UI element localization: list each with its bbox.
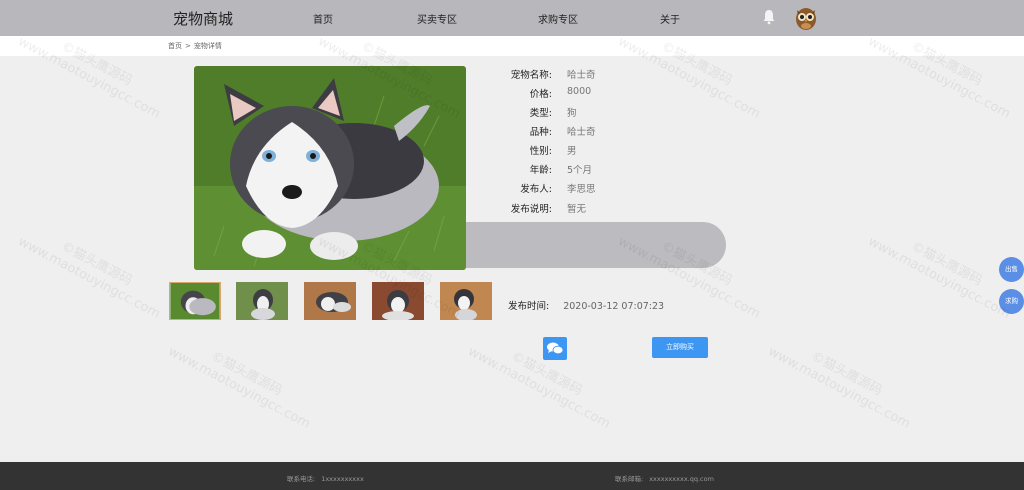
nav-trade-zone[interactable]: 买卖专区 <box>417 11 457 26</box>
description-box <box>466 222 726 268</box>
footer-email-label: 联系邮箱: <box>615 475 644 483</box>
info-label: 宠物名称: <box>510 70 552 81</box>
footer-phone-value: 1xxxxxxxxxx <box>321 475 364 483</box>
watermark: ©猫头鹰源码www.maotouyingcc.com <box>165 344 313 432</box>
info-label: 价格: <box>529 89 552 100</box>
bell-icon[interactable] <box>762 9 776 25</box>
footer: 联系电话: 1xxxxxxxxxx 联系邮箱: xxxxxxxxxx.qq.com <box>0 462 1024 490</box>
thumbnail-4[interactable] <box>372 282 424 320</box>
nav-about[interactable]: 关于 <box>660 11 680 26</box>
footer-phone-label: 联系电话: <box>287 475 316 483</box>
site-brand[interactable]: 宠物商城 <box>173 8 233 29</box>
watermark: ©猫头鹰源码www.maotouyingcc.com <box>15 234 163 322</box>
top-navbar: 宠物商城 首页 买卖专区 求购专区 关于 <box>0 0 1024 36</box>
chat-button[interactable] <box>543 337 567 360</box>
thumbnail-5[interactable] <box>440 282 492 320</box>
nav-wanted-zone[interactable]: 求购专区 <box>538 11 578 26</box>
nav-home[interactable]: 首页 <box>313 11 333 26</box>
publish-time-label: 发布时间: <box>508 301 550 312</box>
pet-age-value: 5个月 <box>567 165 593 176</box>
footer-email: 联系邮箱: xxxxxxxxxx.qq.com <box>615 473 714 483</box>
watermark: ©猫头鹰源码www.maotouyingcc.com <box>765 344 913 432</box>
breadcrumb-bar: 首页 > 宠物详情 <box>0 36 1024 56</box>
info-label: 类型: <box>529 108 552 119</box>
pet-main-photo <box>194 66 466 270</box>
want-to-buy-button[interactable]: 求购 <box>999 289 1024 314</box>
info-label: 品种: <box>529 127 552 138</box>
info-label: 年龄: <box>529 165 552 176</box>
publish-time-value: 2020-03-12 07:07:23 <box>563 301 665 312</box>
owl-avatar-icon[interactable] <box>794 5 818 31</box>
pet-publisher-value: 李思思 <box>567 184 596 195</box>
breadcrumb: 首页 > 宠物详情 <box>168 41 225 51</box>
publish-time-row: 发布时间: 2020-03-12 07:07:23 <box>508 298 664 312</box>
chat-bubbles-icon <box>547 342 564 355</box>
footer-email-value: xxxxxxxxxx.qq.com <box>649 475 714 483</box>
thumbnail-2[interactable] <box>236 282 288 320</box>
pet-description-value: 暂无 <box>567 204 587 215</box>
thumbnail-3[interactable] <box>304 282 356 320</box>
info-label: 性别: <box>529 146 552 157</box>
pet-name-value: 哈士奇 <box>567 70 596 81</box>
pet-gender-value: 男 <box>567 146 577 157</box>
sell-button[interactable]: 出售 <box>999 257 1024 282</box>
buy-now-button[interactable]: 立即购买 <box>652 337 708 358</box>
info-label: 发布说明: <box>510 204 552 215</box>
watermark: ©猫头鹰源码www.maotouyingcc.com <box>865 234 1013 322</box>
pet-breed-value: 哈士奇 <box>567 127 596 138</box>
pet-price-value: 8000 <box>567 86 592 97</box>
breadcrumb-separator: > <box>185 42 191 50</box>
thumbnail-1[interactable] <box>169 282 221 320</box>
footer-phone: 联系电话: 1xxxxxxxxxx <box>287 473 364 483</box>
info-label: 发布人: <box>520 184 552 195</box>
pet-type-value: 狗 <box>567 108 577 119</box>
breadcrumb-current: 宠物详情 <box>193 42 222 50</box>
breadcrumb-home[interactable]: 首页 <box>168 42 182 50</box>
